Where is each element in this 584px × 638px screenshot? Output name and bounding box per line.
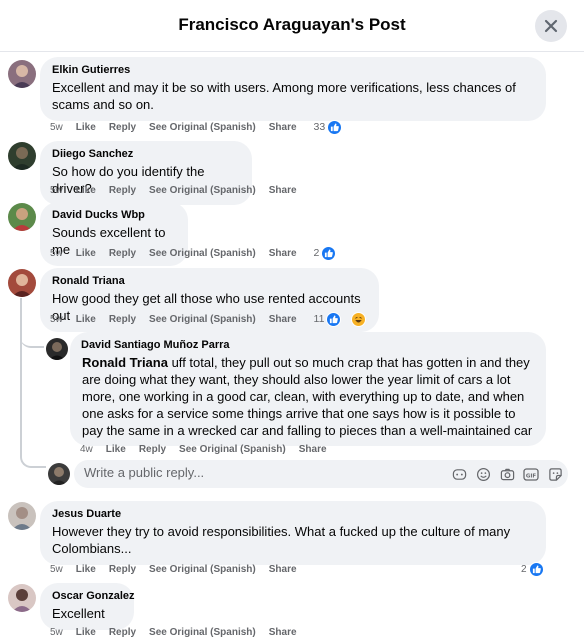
comment-time[interactable]: 5w (50, 122, 63, 133)
reaction-count: 2 (313, 247, 320, 259)
reply-button[interactable]: Reply (109, 314, 136, 325)
share-button[interactable]: Share (269, 314, 297, 325)
comment-actions: 5w Like Reply See Original (Spanish) Sha… (50, 311, 380, 327)
reaction-count: 33 (313, 121, 326, 133)
reaction-count: 2 (521, 563, 527, 575)
share-button[interactable]: Share (269, 122, 297, 133)
emoji-icon[interactable] (475, 466, 491, 482)
gif-icon[interactable]: GIF (523, 466, 539, 482)
thread-connector (20, 446, 46, 468)
comment-author[interactable]: Elkin Gutierres (52, 64, 534, 77)
see-original-button[interactable]: See Original (Spanish) (149, 122, 256, 133)
close-icon (544, 19, 558, 33)
like-button[interactable]: Like (76, 564, 96, 575)
share-button[interactable]: Share (269, 185, 297, 196)
comment-time[interactable]: 5w (50, 314, 63, 325)
see-original-button[interactable]: See Original (Spanish) (149, 248, 256, 259)
comment-time[interactable]: 5w (50, 185, 63, 196)
avatar[interactable] (8, 203, 36, 231)
reply-button[interactable]: Reply (109, 185, 136, 196)
reply-button[interactable]: Reply (139, 444, 166, 455)
share-button[interactable]: Share (269, 564, 297, 575)
see-original-button[interactable]: See Original (Spanish) (149, 314, 256, 325)
close-button[interactable] (535, 10, 567, 42)
reaction-count: 11 (313, 313, 325, 325)
comment-author[interactable]: Ronald Triana (52, 275, 367, 288)
like-button[interactable]: Like (76, 627, 96, 638)
see-original-button[interactable]: See Original (Spanish) (149, 185, 256, 196)
mention-link[interactable]: Ronald Triana (82, 355, 168, 370)
sticker-face-icon[interactable] (451, 466, 467, 482)
avatar-icon[interactable] (48, 463, 70, 485)
comment-time[interactable]: 5w (50, 564, 63, 575)
svg-text:GIF: GIF (526, 473, 537, 479)
like-button[interactable]: Like (76, 185, 96, 196)
reply-actions: 4w Like Reply See Original (Spanish) Sha… (80, 442, 340, 456)
share-button[interactable]: Share (269, 248, 297, 259)
like-icon (528, 561, 544, 577)
comment-actions: 5w Like Reply See Original (Spanish) Sha… (50, 625, 310, 638)
comment-time[interactable]: 5w (50, 248, 63, 259)
like-icon (321, 245, 337, 261)
reply-button[interactable]: Reply (109, 564, 136, 575)
page-title: Francisco Araguayan's Post (178, 15, 406, 34)
comment-bubble: Elkin Gutierres Excellent and may it be … (40, 57, 546, 121)
see-original-button[interactable]: See Original (Spanish) (179, 444, 286, 455)
comment-author[interactable]: Oscar Gonzalez (52, 590, 135, 603)
camera-icon[interactable] (499, 466, 515, 482)
comment-actions: 5w Like Reply See Original (Spanish) Sha… (50, 183, 310, 197)
comment-time[interactable]: 5w (50, 627, 63, 638)
share-button[interactable]: Share (299, 444, 327, 455)
comment-bubble: Jesus Duarte However they try to avoid r… (40, 501, 546, 565)
see-original-button[interactable]: See Original (Spanish) (149, 564, 256, 575)
reaction-summary[interactable]: 2 (313, 245, 350, 261)
reply-button[interactable]: Reply (109, 627, 136, 638)
reply-button[interactable]: Reply (109, 122, 136, 133)
like-button[interactable]: Like (76, 122, 96, 133)
reply-button[interactable]: Reply (109, 248, 136, 259)
avatar[interactable] (8, 269, 36, 297)
thread-connector (20, 330, 44, 348)
like-button[interactable]: Like (106, 444, 126, 455)
avatar[interactable] (46, 338, 68, 360)
haha-icon (351, 311, 367, 327)
comment-text: However they try to avoid responsibiliti… (52, 524, 511, 556)
comment-actions: 5w Like Reply See Original (Spanish) Sha… (50, 119, 356, 135)
like-button[interactable]: Like (76, 314, 96, 325)
avatar[interactable] (8, 584, 36, 612)
comment-text: Excellent and may it be so with users. A… (52, 80, 516, 112)
reply-author[interactable]: David Santiago Muñoz Parra (81, 339, 534, 352)
comment-author[interactable]: Diiego Sanchez (52, 148, 240, 161)
see-original-button[interactable]: See Original (Spanish) (149, 627, 256, 638)
sticker-icon[interactable] (547, 466, 563, 482)
reply-composer: GIF (74, 460, 568, 488)
comment-actions: 5w Like Reply See Original (Spanish) Sha… (50, 562, 310, 576)
reaction-summary[interactable]: 2 (521, 561, 557, 577)
avatar[interactable] (8, 60, 36, 88)
reply-text: Ronald Triana uff total, they pull out s… (82, 354, 534, 439)
post-header: Francisco Araguayan's Post (0, 0, 584, 52)
reply-input[interactable] (84, 465, 354, 480)
comment-text: Excellent (52, 606, 105, 621)
reply-time[interactable]: 4w (80, 444, 93, 455)
comment-bubble: Oscar Gonzalez Excellent (40, 583, 135, 630)
reply-bubble: David Santiago Muñoz Parra Ronald Triana… (70, 332, 546, 446)
comment-actions: 5w Like Reply See Original (Spanish) Sha… (50, 245, 350, 261)
comment-author[interactable]: David Ducks Wbp (52, 209, 176, 222)
avatar[interactable] (8, 502, 36, 530)
thread-line (20, 298, 22, 448)
avatar[interactable] (8, 142, 36, 170)
like-button[interactable]: Like (76, 248, 96, 259)
reaction-summary[interactable]: 33 (313, 119, 356, 135)
like-icon (326, 311, 342, 327)
comment-author[interactable]: Jesus Duarte (52, 508, 534, 521)
reaction-summary[interactable]: 11 (313, 311, 380, 327)
share-button[interactable]: Share (269, 627, 297, 638)
like-icon (327, 119, 343, 135)
